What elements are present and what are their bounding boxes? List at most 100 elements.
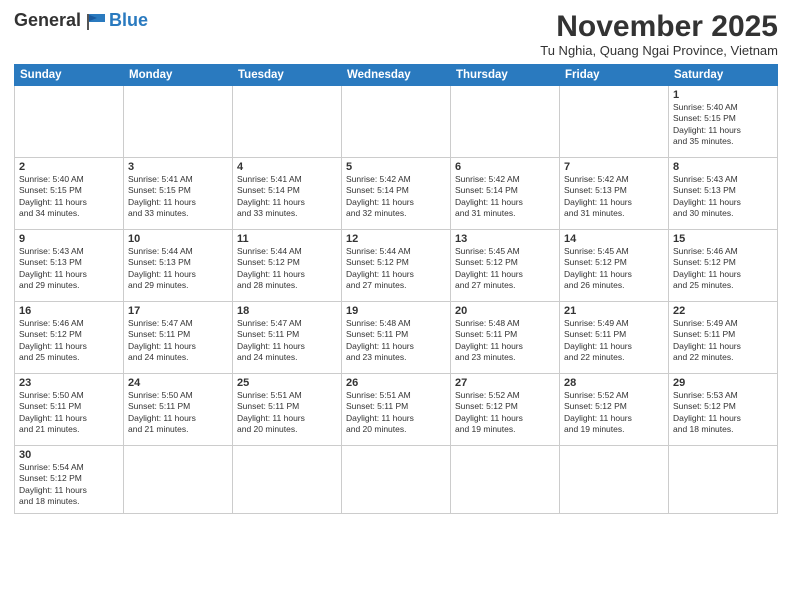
day-info: Sunrise: 5:52 AM Sunset: 5:12 PM Dayligh…: [564, 390, 664, 436]
table-row: 28Sunrise: 5:52 AM Sunset: 5:12 PM Dayli…: [560, 374, 669, 446]
table-row: 21Sunrise: 5:49 AM Sunset: 5:11 PM Dayli…: [560, 302, 669, 374]
day-info: Sunrise: 5:46 AM Sunset: 5:12 PM Dayligh…: [673, 246, 773, 292]
day-info: Sunrise: 5:49 AM Sunset: 5:11 PM Dayligh…: [564, 318, 664, 364]
day-info: Sunrise: 5:50 AM Sunset: 5:11 PM Dayligh…: [19, 390, 119, 436]
day-number: 20: [455, 305, 555, 317]
table-row: 19Sunrise: 5:48 AM Sunset: 5:11 PM Dayli…: [342, 302, 451, 374]
day-number: 26: [346, 377, 446, 389]
day-info: Sunrise: 5:42 AM Sunset: 5:14 PM Dayligh…: [346, 174, 446, 220]
day-number: 22: [673, 305, 773, 317]
logo: General Blue: [14, 10, 148, 31]
table-row: [560, 86, 669, 158]
table-row: 16Sunrise: 5:46 AM Sunset: 5:12 PM Dayli…: [15, 302, 124, 374]
table-row: 5Sunrise: 5:42 AM Sunset: 5:14 PM Daylig…: [342, 158, 451, 230]
table-row: 10Sunrise: 5:44 AM Sunset: 5:13 PM Dayli…: [124, 230, 233, 302]
day-info: Sunrise: 5:48 AM Sunset: 5:11 PM Dayligh…: [455, 318, 555, 364]
day-info: Sunrise: 5:40 AM Sunset: 5:15 PM Dayligh…: [673, 102, 773, 148]
day-info: Sunrise: 5:40 AM Sunset: 5:15 PM Dayligh…: [19, 174, 119, 220]
day-number: 14: [564, 233, 664, 245]
title-area: November 2025 Tu Nghia, Quang Ngai Provi…: [540, 10, 778, 58]
day-number: 29: [673, 377, 773, 389]
col-saturday: Saturday: [669, 65, 778, 86]
day-info: Sunrise: 5:50 AM Sunset: 5:11 PM Dayligh…: [128, 390, 228, 436]
day-number: 25: [237, 377, 337, 389]
calendar-week-row: 1Sunrise: 5:40 AM Sunset: 5:15 PM Daylig…: [15, 86, 778, 158]
calendar-week-row: 23Sunrise: 5:50 AM Sunset: 5:11 PM Dayli…: [15, 374, 778, 446]
day-info: Sunrise: 5:48 AM Sunset: 5:11 PM Dayligh…: [346, 318, 446, 364]
day-number: 3: [128, 161, 228, 173]
day-info: Sunrise: 5:51 AM Sunset: 5:11 PM Dayligh…: [346, 390, 446, 436]
calendar-week-row: 9Sunrise: 5:43 AM Sunset: 5:13 PM Daylig…: [15, 230, 778, 302]
day-info: Sunrise: 5:53 AM Sunset: 5:12 PM Dayligh…: [673, 390, 773, 436]
col-thursday: Thursday: [451, 65, 560, 86]
calendar-table: Sunday Monday Tuesday Wednesday Thursday…: [14, 64, 778, 514]
table-row: 20Sunrise: 5:48 AM Sunset: 5:11 PM Dayli…: [451, 302, 560, 374]
day-number: 19: [346, 305, 446, 317]
day-number: 24: [128, 377, 228, 389]
day-number: 6: [455, 161, 555, 173]
day-number: 5: [346, 161, 446, 173]
header: General Blue November 2025 Tu Nghia, Qua…: [14, 10, 778, 58]
location-subtitle: Tu Nghia, Quang Ngai Province, Vietnam: [540, 43, 778, 58]
day-number: 23: [19, 377, 119, 389]
table-row: 18Sunrise: 5:47 AM Sunset: 5:11 PM Dayli…: [233, 302, 342, 374]
col-monday: Monday: [124, 65, 233, 86]
table-row: 24Sunrise: 5:50 AM Sunset: 5:11 PM Dayli…: [124, 374, 233, 446]
day-info: Sunrise: 5:43 AM Sunset: 5:13 PM Dayligh…: [673, 174, 773, 220]
day-info: Sunrise: 5:44 AM Sunset: 5:13 PM Dayligh…: [128, 246, 228, 292]
table-row: 22Sunrise: 5:49 AM Sunset: 5:11 PM Dayli…: [669, 302, 778, 374]
day-number: 4: [237, 161, 337, 173]
day-number: 27: [455, 377, 555, 389]
table-row: [560, 446, 669, 514]
day-number: 9: [19, 233, 119, 245]
table-row: 11Sunrise: 5:44 AM Sunset: 5:12 PM Dayli…: [233, 230, 342, 302]
day-number: 7: [564, 161, 664, 173]
table-row: 25Sunrise: 5:51 AM Sunset: 5:11 PM Dayli…: [233, 374, 342, 446]
calendar-week-row: 2Sunrise: 5:40 AM Sunset: 5:15 PM Daylig…: [15, 158, 778, 230]
table-row: 17Sunrise: 5:47 AM Sunset: 5:11 PM Dayli…: [124, 302, 233, 374]
table-row: 2Sunrise: 5:40 AM Sunset: 5:15 PM Daylig…: [15, 158, 124, 230]
table-row: [342, 446, 451, 514]
day-info: Sunrise: 5:42 AM Sunset: 5:14 PM Dayligh…: [455, 174, 555, 220]
day-info: Sunrise: 5:41 AM Sunset: 5:15 PM Dayligh…: [128, 174, 228, 220]
day-info: Sunrise: 5:42 AM Sunset: 5:13 PM Dayligh…: [564, 174, 664, 220]
day-number: 17: [128, 305, 228, 317]
day-number: 8: [673, 161, 773, 173]
day-info: Sunrise: 5:52 AM Sunset: 5:12 PM Dayligh…: [455, 390, 555, 436]
table-row: 12Sunrise: 5:44 AM Sunset: 5:12 PM Dayli…: [342, 230, 451, 302]
calendar-week-row: 16Sunrise: 5:46 AM Sunset: 5:12 PM Dayli…: [15, 302, 778, 374]
day-info: Sunrise: 5:49 AM Sunset: 5:11 PM Dayligh…: [673, 318, 773, 364]
day-info: Sunrise: 5:54 AM Sunset: 5:12 PM Dayligh…: [19, 462, 119, 508]
table-row: [15, 86, 124, 158]
logo-blue-text: Blue: [109, 10, 148, 31]
day-number: 2: [19, 161, 119, 173]
day-number: 18: [237, 305, 337, 317]
calendar-header-row: Sunday Monday Tuesday Wednesday Thursday…: [15, 65, 778, 86]
day-info: Sunrise: 5:46 AM Sunset: 5:12 PM Dayligh…: [19, 318, 119, 364]
col-friday: Friday: [560, 65, 669, 86]
day-info: Sunrise: 5:44 AM Sunset: 5:12 PM Dayligh…: [237, 246, 337, 292]
col-tuesday: Tuesday: [233, 65, 342, 86]
calendar-week-row: 30Sunrise: 5:54 AM Sunset: 5:12 PM Dayli…: [15, 446, 778, 514]
day-info: Sunrise: 5:43 AM Sunset: 5:13 PM Dayligh…: [19, 246, 119, 292]
col-sunday: Sunday: [15, 65, 124, 86]
table-row: [124, 446, 233, 514]
table-row: 29Sunrise: 5:53 AM Sunset: 5:12 PM Dayli…: [669, 374, 778, 446]
table-row: [124, 86, 233, 158]
day-info: Sunrise: 5:45 AM Sunset: 5:12 PM Dayligh…: [455, 246, 555, 292]
table-row: 7Sunrise: 5:42 AM Sunset: 5:13 PM Daylig…: [560, 158, 669, 230]
table-row: [233, 446, 342, 514]
table-row: [669, 446, 778, 514]
day-info: Sunrise: 5:47 AM Sunset: 5:11 PM Dayligh…: [237, 318, 337, 364]
month-title: November 2025: [540, 10, 778, 43]
logo-flag-icon: [85, 12, 107, 30]
table-row: 1Sunrise: 5:40 AM Sunset: 5:15 PM Daylig…: [669, 86, 778, 158]
day-number: 10: [128, 233, 228, 245]
page: General Blue November 2025 Tu Nghia, Qua…: [0, 0, 792, 612]
table-row: 13Sunrise: 5:45 AM Sunset: 5:12 PM Dayli…: [451, 230, 560, 302]
day-info: Sunrise: 5:44 AM Sunset: 5:12 PM Dayligh…: [346, 246, 446, 292]
day-number: 11: [237, 233, 337, 245]
day-info: Sunrise: 5:41 AM Sunset: 5:14 PM Dayligh…: [237, 174, 337, 220]
day-number: 13: [455, 233, 555, 245]
logo-general-text: General: [14, 10, 81, 31]
